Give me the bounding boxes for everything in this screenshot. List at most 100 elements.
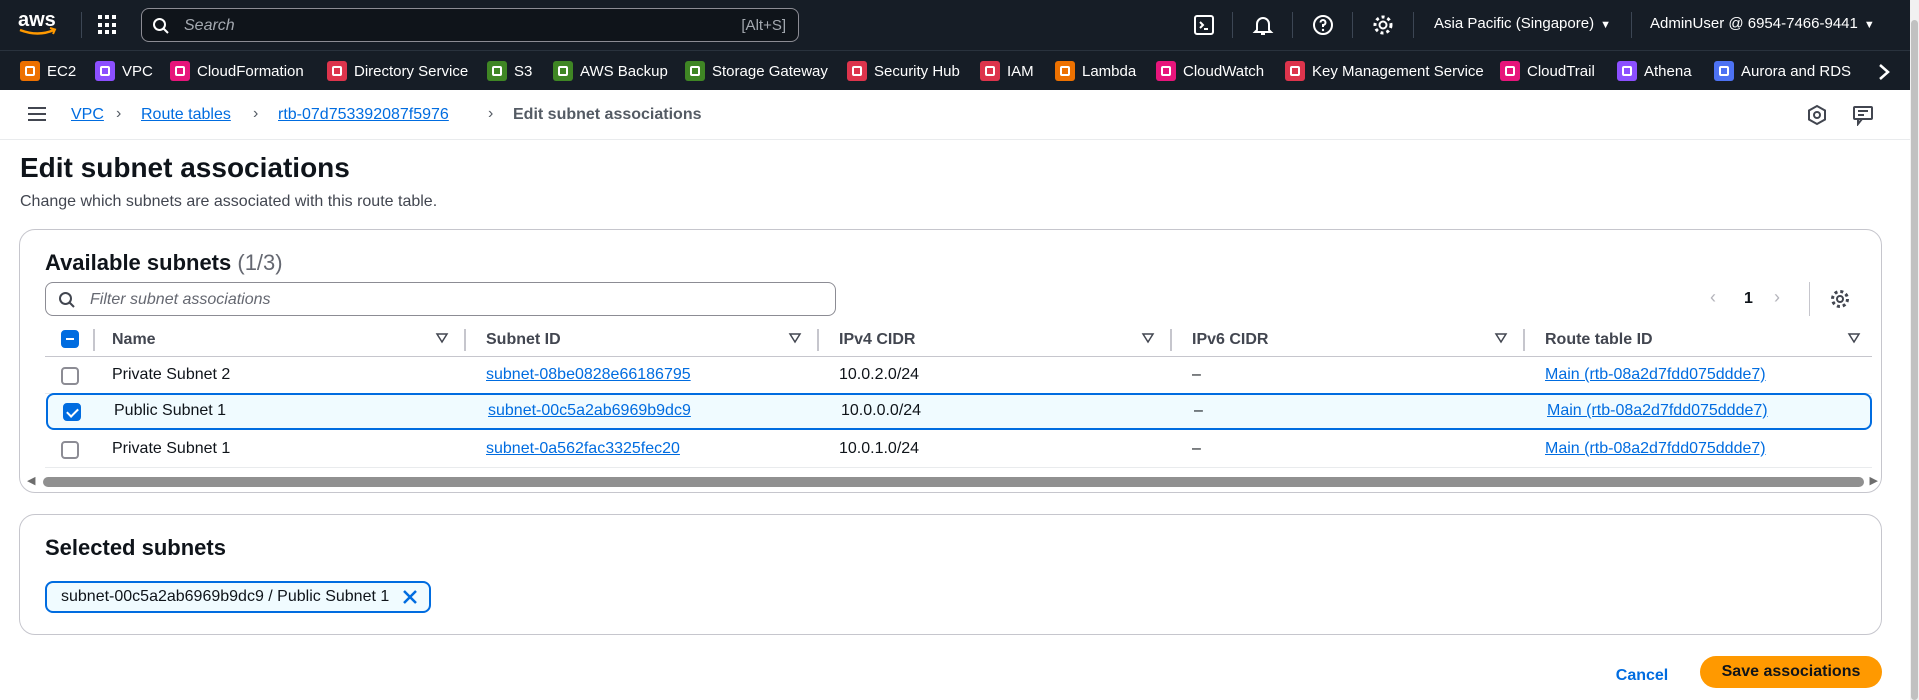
vpc-icon xyxy=(95,61,115,81)
nav-divider xyxy=(1631,12,1632,38)
sort-icon[interactable] xyxy=(1494,331,1508,345)
favorite-storage-gateway[interactable]: Storage Gateway xyxy=(685,60,828,82)
select-all-checkbox[interactable] xyxy=(61,330,79,348)
cancel-button[interactable]: Cancel xyxy=(1598,660,1686,692)
scrollbar-thumb[interactable] xyxy=(1911,20,1918,700)
page-number[interactable]: 1 xyxy=(1744,290,1753,308)
nav-divider xyxy=(1292,12,1293,38)
column-header-ipv6-cidr[interactable]: IPv6 CIDR xyxy=(1192,331,1268,349)
sort-icon[interactable] xyxy=(1141,331,1155,345)
region-selector[interactable]: Asia Pacific (Singapore) ▼ xyxy=(1434,15,1611,32)
services-grid-icon[interactable] xyxy=(98,15,118,35)
favorite-label: EC2 xyxy=(47,62,77,80)
subnet-name: Private Subnet 1 xyxy=(112,440,231,457)
available-subnets-title: Available subnets xyxy=(45,250,232,275)
vertical-scrollbar[interactable] xyxy=(1910,0,1919,700)
favorite-security-hub[interactable]: Security Hub xyxy=(847,60,960,82)
scroll-right-arrow-icon[interactable]: ▶ xyxy=(1870,474,1878,487)
athena-icon xyxy=(1617,61,1637,81)
favorite-cloudformation[interactable]: CloudFormation xyxy=(170,60,304,82)
row-checkbox[interactable] xyxy=(61,367,79,385)
column-divider xyxy=(464,329,466,351)
favorite-ec2[interactable]: EC2 xyxy=(20,60,76,82)
table-settings-icon[interactable] xyxy=(1829,288,1851,310)
table-row-selected[interactable]: Public Subnet 1 subnet-00c5a2ab6969b9dc9… xyxy=(46,393,1872,430)
aws-logo[interactable]: aws xyxy=(18,10,62,39)
favorite-label: Storage Gateway xyxy=(712,62,828,80)
search-placeholder: Search xyxy=(184,17,235,34)
table-row[interactable]: Private Subnet 2 subnet-08be0828e6618679… xyxy=(45,357,1872,394)
favorite-athena[interactable]: Athena xyxy=(1617,60,1692,82)
row-checkbox[interactable] xyxy=(63,403,81,421)
chevron-left-icon[interactable]: ‹ xyxy=(1710,287,1716,308)
favorite-key-management-service[interactable]: Key Management Service xyxy=(1285,60,1484,82)
row-checkbox[interactable] xyxy=(61,441,79,459)
favorite-label: Directory Service xyxy=(354,62,469,80)
favorite-iam[interactable]: IAM xyxy=(980,60,1034,82)
caret-down-icon: ▼ xyxy=(1600,19,1611,31)
feedback-icon[interactable] xyxy=(1852,104,1874,126)
column-divider xyxy=(1170,329,1172,351)
bell-icon[interactable] xyxy=(1251,13,1275,37)
table-row[interactable]: Private Subnet 1 subnet-0a562fac3325fec2… xyxy=(45,431,1872,468)
cloudtrail-icon xyxy=(1500,61,1520,81)
favorite-cloudwatch[interactable]: CloudWatch xyxy=(1156,60,1264,82)
horizontal-scrollbar[interactable]: ◀ ▶ xyxy=(23,474,1882,488)
selected-subnets-panel: Selected subnets subnet-00c5a2ab6969b9dc… xyxy=(19,514,1882,635)
subnet-name: Public Subnet 1 xyxy=(114,402,227,419)
subnet-id-link[interactable]: subnet-08be0828e66186795 xyxy=(486,366,691,384)
favorite-label: Security Hub xyxy=(874,62,960,80)
column-header-route-table-id[interactable]: Route table ID xyxy=(1545,331,1653,349)
menu-icon[interactable] xyxy=(28,107,46,121)
help-icon[interactable] xyxy=(1311,13,1335,37)
favorite-aurora-and-rds[interactable]: Aurora and RDS xyxy=(1714,60,1851,82)
breadcrumb-vpc[interactable]: VPC xyxy=(71,106,104,124)
breadcrumb-bar: VPC › Route tables › rtb-07d753392087f59… xyxy=(0,90,1910,140)
scrollbar-thumb[interactable] xyxy=(43,477,1864,487)
route-table-link[interactable]: Main (rtb-08a2d7fdd075ddde7) xyxy=(1545,440,1766,458)
scroll-left-arrow-icon[interactable]: ◀ xyxy=(27,474,35,487)
column-header-name[interactable]: Name xyxy=(112,331,156,349)
favorite-cloudtrail[interactable]: CloudTrail xyxy=(1500,60,1595,82)
cloudshell-icon[interactable] xyxy=(1192,13,1216,37)
sort-icon[interactable] xyxy=(788,331,802,345)
favorite-label: CloudWatch xyxy=(1183,62,1265,80)
global-search-input[interactable]: Search [Alt+S] xyxy=(141,8,799,42)
breadcrumb-current: Edit subnet associations xyxy=(513,106,702,123)
favorites-bar: EC2 VPC CloudFormation Directory Service… xyxy=(0,50,1919,90)
filter-placeholder: Filter subnet associations xyxy=(90,291,271,308)
close-icon[interactable] xyxy=(401,588,419,606)
sort-icon[interactable] xyxy=(435,331,449,345)
favorite-lambda[interactable]: Lambda xyxy=(1055,60,1136,82)
favorite-label: Key Management Service xyxy=(1312,62,1484,80)
breadcrumb-route-table-id[interactable]: rtb-07d753392087f5976 xyxy=(278,106,449,124)
favorite-aws-backup[interactable]: AWS Backup xyxy=(553,60,668,82)
info-panel-icon[interactable] xyxy=(1806,104,1828,126)
favorite-label: Lambda xyxy=(1082,62,1137,80)
subnet-id-link[interactable]: subnet-0a562fac3325fec20 xyxy=(486,440,680,458)
aws-smile-icon xyxy=(19,27,57,35)
route-table-link[interactable]: Main (rtb-08a2d7fdd075ddde7) xyxy=(1547,402,1768,420)
gear-icon[interactable] xyxy=(1371,13,1395,37)
chevron-right-icon[interactable]: › xyxy=(1774,287,1780,308)
breadcrumb-route-tables[interactable]: Route tables xyxy=(141,106,231,124)
column-header-subnet-id[interactable]: Subnet ID xyxy=(486,331,561,349)
table-header: Name Subnet ID IPv4 CIDR IPv6 CIDR Route… xyxy=(45,322,1872,357)
subnet-filter-input[interactable]: Filter subnet associations xyxy=(45,282,836,316)
subnet-name: Private Subnet 2 xyxy=(112,366,231,383)
account-menu[interactable]: AdminUser @ 6954-7466-9441 ▼ xyxy=(1650,15,1875,32)
column-header-ipv4-cidr[interactable]: IPv4 CIDR xyxy=(839,331,915,349)
sort-icon[interactable] xyxy=(1847,331,1861,345)
favorite-s3[interactable]: S3 xyxy=(487,60,532,82)
favorite-directory-service[interactable]: Directory Service xyxy=(327,60,468,82)
route-table-link[interactable]: Main (rtb-08a2d7fdd075ddde7) xyxy=(1545,366,1766,384)
chevron-right-icon: › xyxy=(488,105,494,122)
chevron-right-icon[interactable] xyxy=(1870,61,1900,83)
favorite-vpc[interactable]: VPC xyxy=(95,60,153,82)
subnet-id-link[interactable]: subnet-00c5a2ab6969b9dc9 xyxy=(488,402,691,420)
favorite-label: Aurora and RDS xyxy=(1741,62,1852,80)
ec2-icon xyxy=(20,61,40,81)
save-associations-button[interactable]: Save associations xyxy=(1700,656,1882,688)
column-divider xyxy=(93,329,95,351)
selected-subnets-title: Selected subnets xyxy=(45,535,226,560)
